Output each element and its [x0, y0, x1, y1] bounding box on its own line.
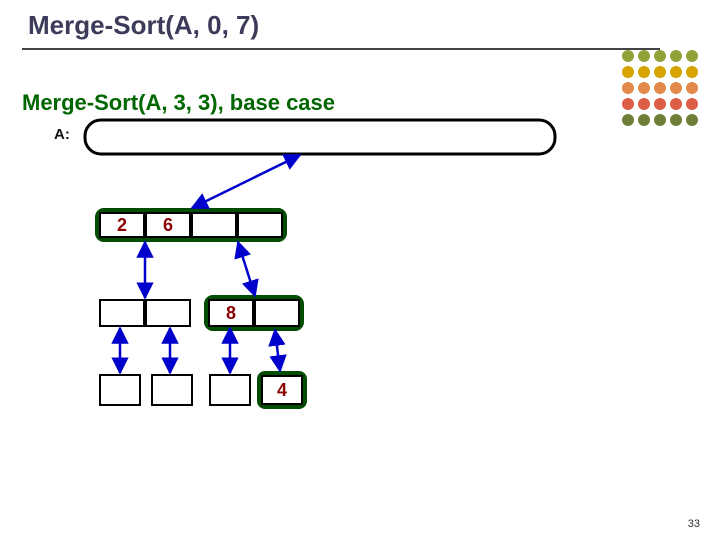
level2-left-group	[100, 300, 190, 326]
slide-subtitle: Merge-Sort(A, 3, 3), base case	[22, 90, 335, 116]
level2-cell-0: 8	[226, 303, 236, 323]
leaf-3-highlight: 4	[259, 373, 305, 407]
level1-cell-1: 6	[163, 215, 173, 235]
diagram-svg: 2 6 8 4	[0, 0, 720, 540]
level2-right-group: 8	[206, 297, 302, 329]
leaf-0	[100, 375, 140, 405]
leaf-3-value: 4	[277, 380, 287, 400]
arrows	[120, 155, 300, 373]
array-label: A:	[54, 126, 70, 143]
level1-group: 2 6	[97, 210, 285, 240]
page-number: 33	[688, 518, 700, 530]
title-underline	[22, 48, 660, 50]
leaf-2	[210, 375, 250, 405]
decoration-dot-grid	[622, 50, 698, 126]
array-capsule	[85, 120, 555, 154]
level1-cell-0: 2	[117, 215, 127, 235]
slide-title: Merge-Sort(A, 0, 7)	[28, 10, 259, 41]
leaf-1	[152, 375, 192, 405]
